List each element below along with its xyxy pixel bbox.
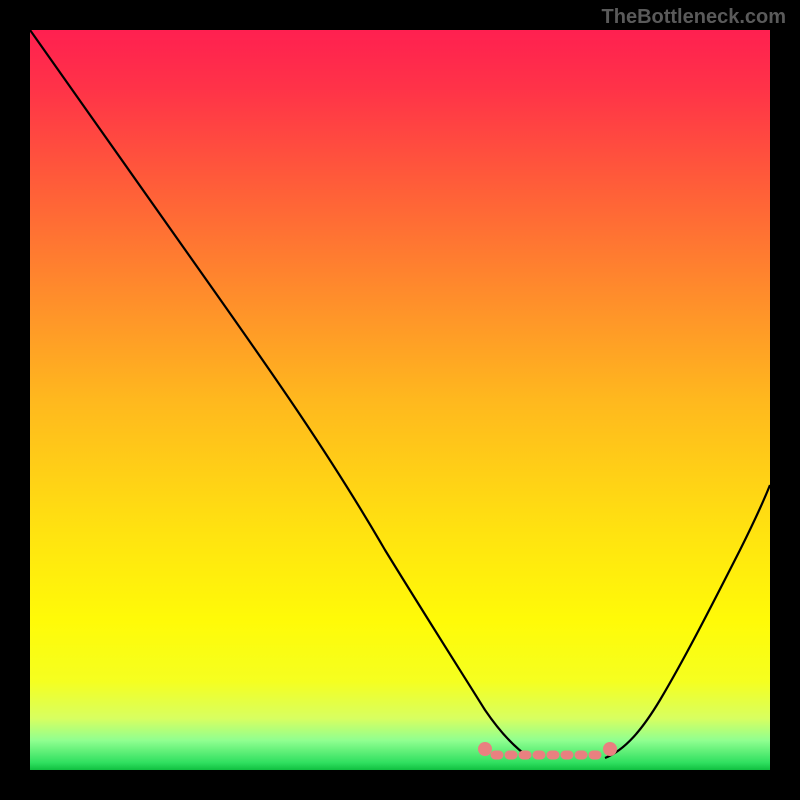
watermark-text: TheBottleneck.com xyxy=(602,6,786,29)
bottleneck-curve-left xyxy=(30,30,530,758)
optimal-start-dot xyxy=(478,742,492,756)
optimal-end-dot xyxy=(603,742,617,756)
chart-plot-area xyxy=(30,30,770,770)
curve-svg xyxy=(30,30,770,770)
bottleneck-curve-right xyxy=(605,485,770,758)
